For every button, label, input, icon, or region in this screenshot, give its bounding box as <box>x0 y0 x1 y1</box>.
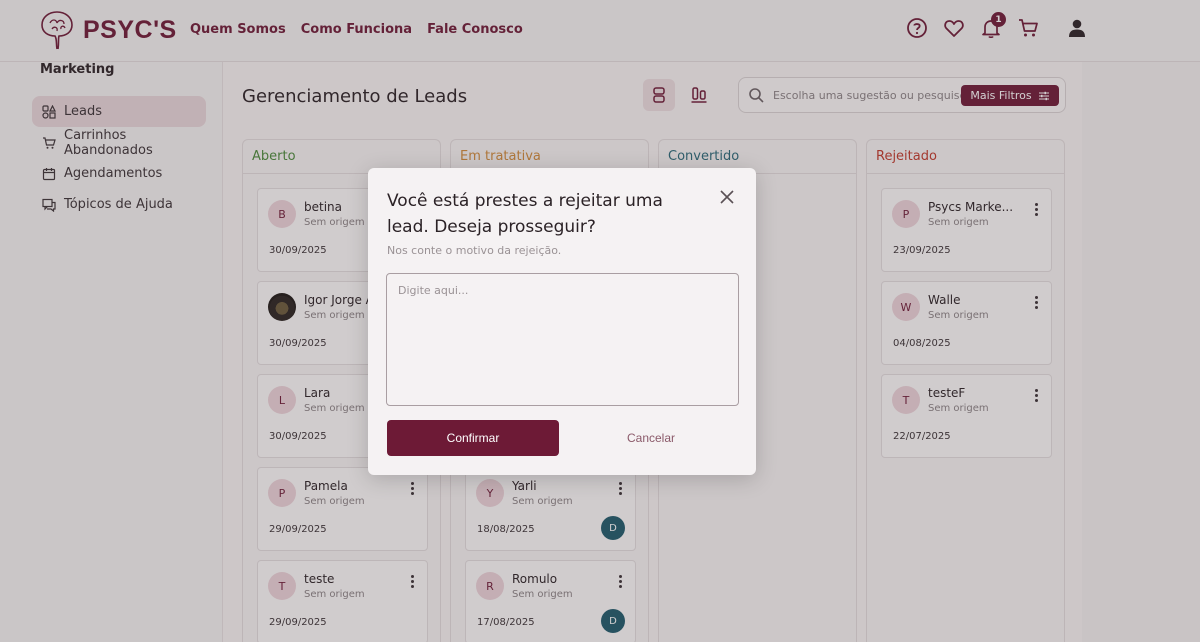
close-icon[interactable] <box>718 188 736 206</box>
confirm-button[interactable]: Confirmar <box>387 420 559 456</box>
reject-lead-modal: Você está prestes a rejeitar uma lead. D… <box>368 168 756 475</box>
rejection-reason-input[interactable] <box>386 273 739 406</box>
modal-subtitle: Nos conte o motivo da rejeição. <box>387 244 562 257</box>
modal-title: Você está prestes a rejeitar uma lead. D… <box>387 191 663 237</box>
cancel-button[interactable]: Cancelar <box>565 420 737 456</box>
